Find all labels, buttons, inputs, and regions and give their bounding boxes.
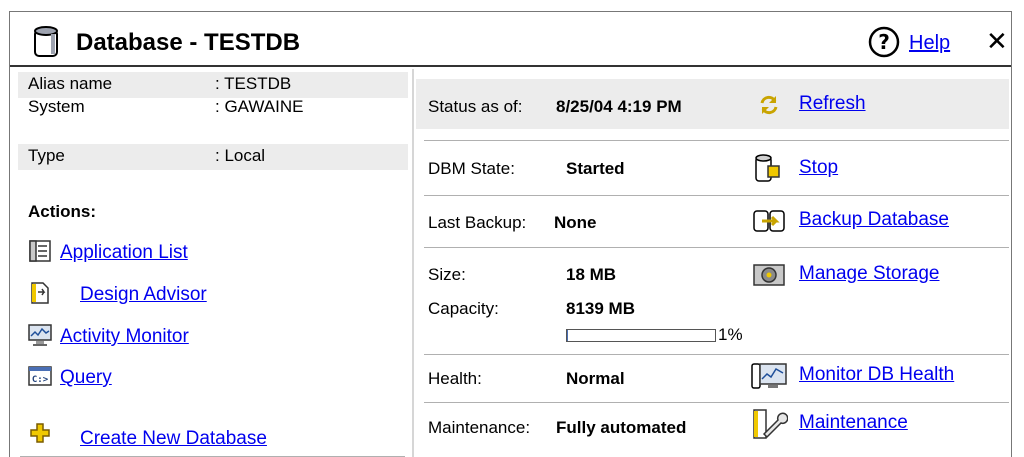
divider [424, 140, 1009, 141]
wrench-icon [753, 409, 788, 439]
activity-monitor-icon [28, 324, 52, 346]
database-icon [34, 26, 58, 57]
design-advisor-icon [31, 282, 49, 304]
divider [424, 354, 1009, 355]
monitor-health-icon [751, 363, 787, 389]
maintenance-label: Maintenance: [428, 418, 531, 437]
alias-name-label: Alias name [28, 74, 113, 93]
health-value: Normal [566, 369, 625, 388]
divider [424, 247, 1009, 248]
divider [424, 195, 1009, 196]
create-icon [30, 423, 50, 443]
help-icon[interactable]: ? [868, 26, 900, 58]
stop-database-icon [755, 154, 780, 182]
backup-database-icon [753, 210, 785, 232]
type-value: : Local [215, 146, 266, 165]
manage-storage-icon [753, 264, 785, 286]
dbm-state-value: Started [566, 159, 625, 178]
activity-monitor-link[interactable]: Activity Monitor [60, 326, 189, 348]
status-as-of-label: Status as of: [428, 97, 523, 116]
type-label: Type [28, 146, 65, 165]
database-panel: Database - TESTDB ? Help ✕ Alias name : … [9, 11, 1012, 457]
size-value: 18 MB [566, 265, 617, 284]
capacity-label: Capacity: [428, 299, 499, 318]
svg-text:C:>: C:> [32, 375, 49, 385]
last-backup-label: Last Backup: [428, 213, 527, 232]
title-bar: Database - TESTDB ? Help ✕ [10, 12, 1011, 67]
monitor-db-health-link[interactable]: Monitor DB Health [799, 364, 954, 386]
svg-text:?: ? [878, 30, 890, 54]
system-label: System [28, 97, 85, 116]
create-new-database-link[interactable]: Create New Database [80, 428, 267, 450]
application-list-link[interactable]: Application List [60, 242, 188, 264]
maintenance-value: Fully automated [556, 418, 687, 437]
design-advisor-link[interactable]: Design Advisor [80, 284, 207, 306]
last-backup-value: None [554, 213, 597, 232]
divider [424, 402, 1009, 403]
column-divider [412, 69, 414, 457]
actions-heading: Actions: [28, 202, 96, 221]
query-icon: C:> [28, 366, 52, 386]
info-band [18, 144, 408, 170]
close-icon[interactable]: ✕ [986, 26, 1008, 56]
help-link[interactable]: Help [909, 32, 950, 55]
capacity-percent: 1% [718, 325, 743, 344]
stop-link[interactable]: Stop [799, 157, 838, 179]
capacity-progress-bar [566, 329, 716, 342]
alias-name-value: : TESTDB [215, 74, 292, 93]
application-list-icon [29, 240, 51, 262]
backup-database-link[interactable]: Backup Database [799, 209, 949, 231]
maintenance-link[interactable]: Maintenance [799, 412, 908, 434]
system-value: : GAWAINE [215, 97, 304, 116]
window-title: Database - TESTDB [76, 29, 301, 56]
refresh-link[interactable]: Refresh [799, 93, 866, 115]
query-link[interactable]: Query [60, 367, 112, 389]
manage-storage-link[interactable]: Manage Storage [799, 263, 940, 285]
capacity-value: 8139 MB [566, 299, 635, 318]
capacity-progress-fill [567, 330, 569, 341]
status-as-of-value: 8/25/04 4:19 PM [556, 97, 682, 116]
refresh-icon [760, 95, 778, 115]
size-label: Size: [428, 265, 466, 284]
health-label: Health: [428, 369, 482, 388]
dbm-state-label: DBM State: [428, 159, 515, 178]
